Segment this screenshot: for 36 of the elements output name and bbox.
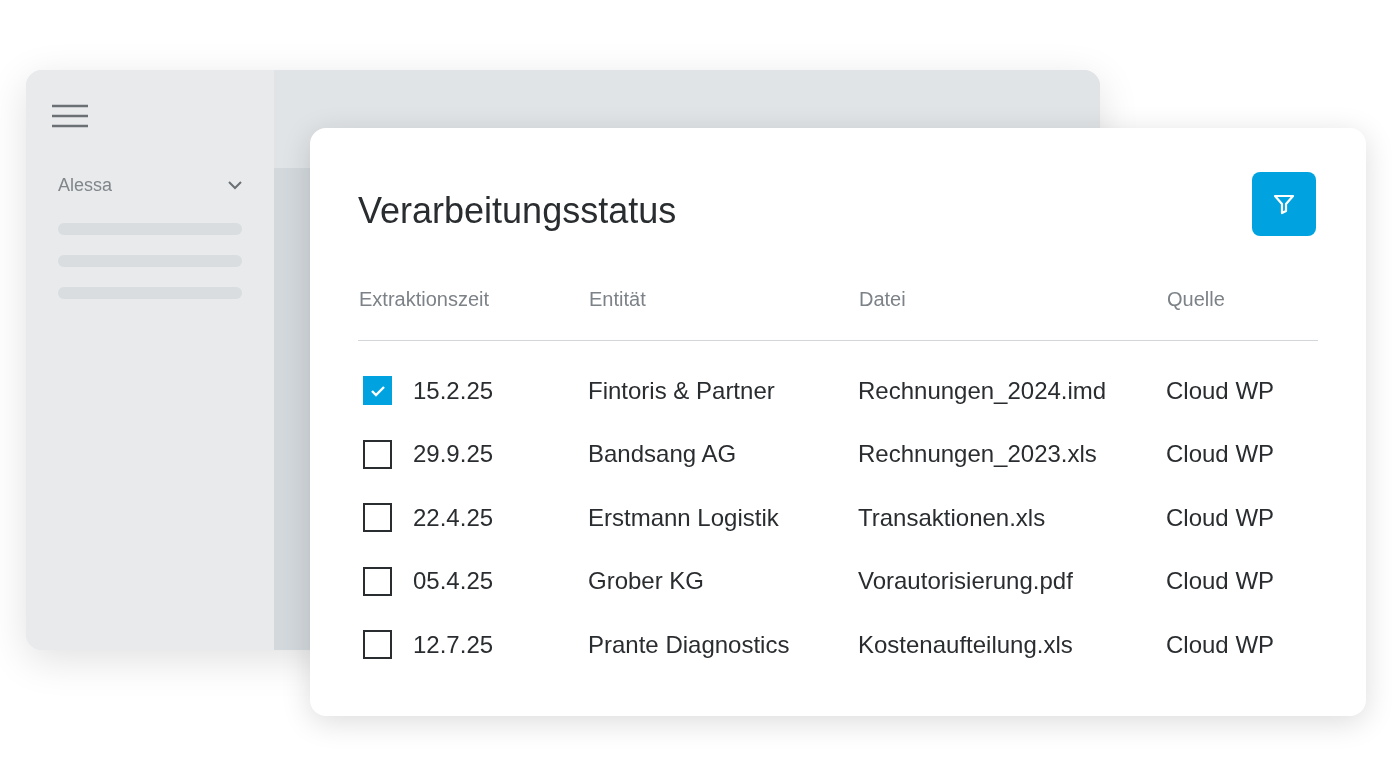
source-cell-text: Cloud WP — [1166, 375, 1276, 406]
row-checkbox[interactable] — [363, 503, 392, 533]
date-cell-text: 22.4.25 — [413, 502, 494, 533]
chevron-down-icon[interactable] — [228, 181, 242, 190]
source-cell-text: Cloud WP — [1166, 439, 1276, 470]
check-icon — [369, 384, 386, 397]
date-cell-text: 15.2.25 — [413, 375, 494, 406]
column-header: Quelle — [1166, 287, 1226, 312]
file-cell-text: Rechnungen_2023.xls — [858, 439, 1098, 470]
column-header: Datei — [858, 287, 907, 312]
file-cell-text: Kostenaufteilung.xls — [858, 629, 1074, 660]
file-cell-text: Transaktionen.xls — [858, 502, 1047, 533]
column-header: Extraktionszeit — [358, 287, 491, 312]
filter-button[interactable] — [1252, 172, 1316, 236]
row-checkbox[interactable] — [363, 566, 392, 596]
date-cell-text: 29.9.25 — [413, 439, 494, 470]
menu-icon[interactable] — [52, 104, 88, 128]
date-cell-text: 12.7.25 — [413, 629, 494, 660]
source-cell-text: Cloud WP — [1166, 629, 1276, 660]
entity-cell-text: Grober KG — [588, 566, 706, 597]
source-cell-text: Cloud WP — [1166, 502, 1276, 533]
source-cell-text: Cloud WP — [1166, 566, 1276, 597]
column-header: Entität — [588, 287, 647, 312]
file-cell-text: Vorautorisierung.pdf — [858, 566, 1074, 597]
filter-icon — [1272, 192, 1296, 216]
row-checkbox[interactable] — [363, 439, 392, 469]
entity-cell-text: Erstmann Logistik — [588, 502, 780, 533]
user-name: Alessa — [58, 174, 113, 197]
file-cell-text: Rechnungen_2024.imd — [858, 375, 1108, 406]
entity-cell-text: Prante Diagnostics — [588, 629, 791, 660]
card-title: Verarbeitungsstatus — [358, 189, 677, 233]
entity-cell-text: Bandsang AG — [588, 439, 738, 470]
row-checkbox[interactable] — [363, 630, 392, 660]
entity-cell-text: Fintoris & Partner — [588, 375, 776, 406]
row-checkbox[interactable] — [363, 376, 392, 406]
date-cell-text: 05.4.25 — [413, 566, 494, 597]
